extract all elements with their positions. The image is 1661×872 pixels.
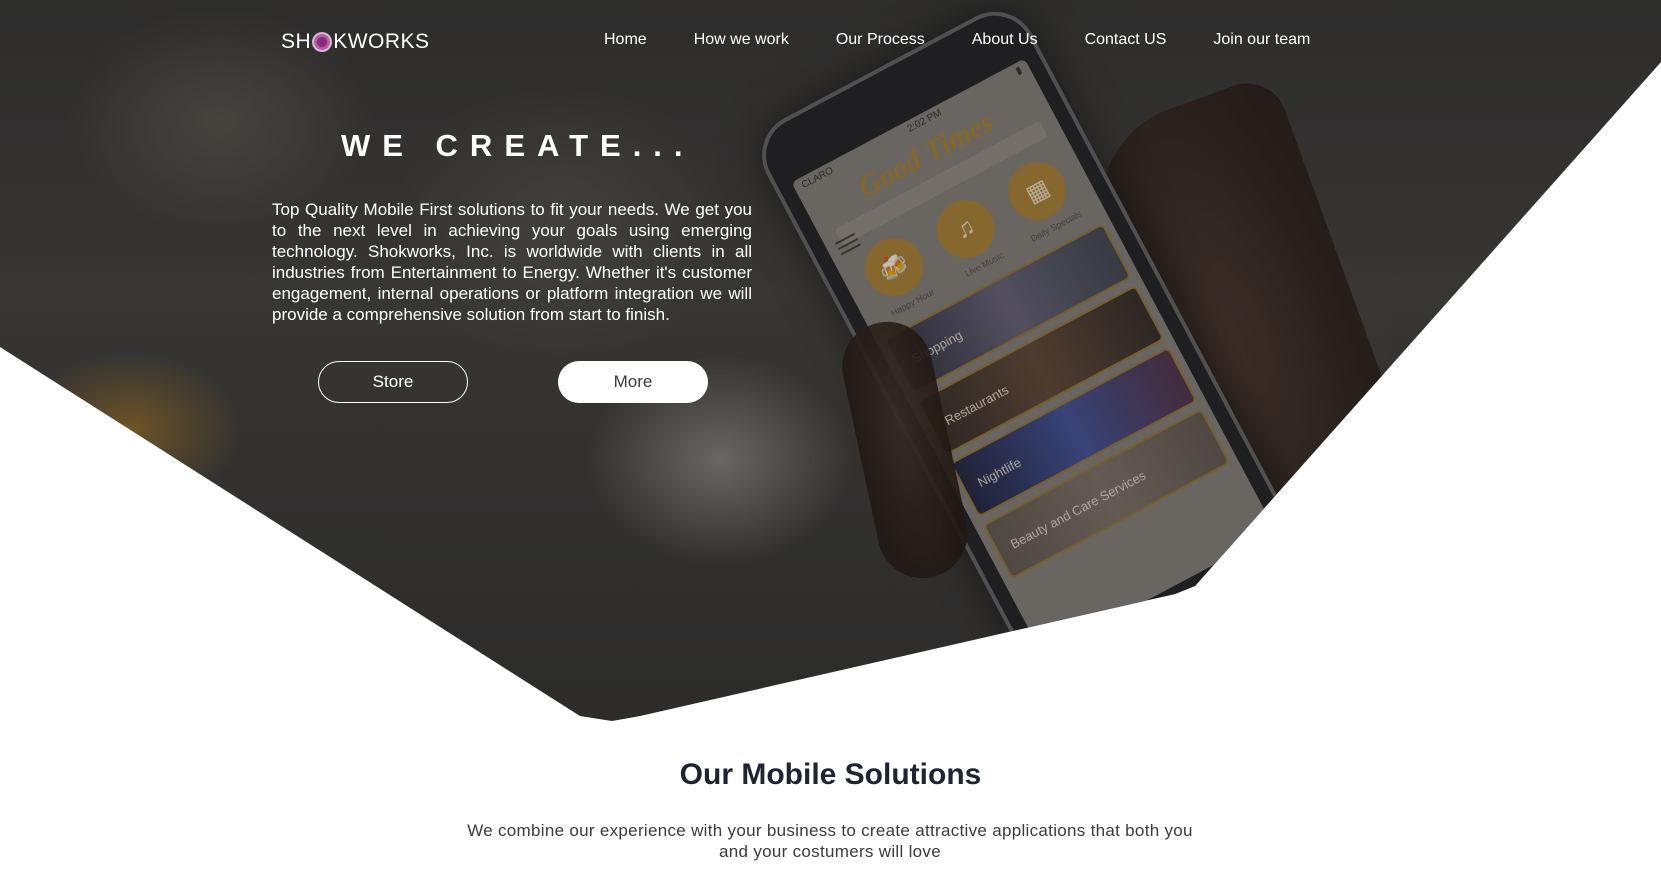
main-nav: Home How we work Our Process About Us Co… xyxy=(604,31,1310,49)
hero-title: WE CREATE... xyxy=(341,128,695,163)
logo-text-prefix: SH xyxy=(281,30,312,53)
hero-description: Top Quality Mobile First solutions to fi… xyxy=(272,200,752,324)
nav-item-our-process[interactable]: Our Process xyxy=(836,31,925,49)
nav-item-home[interactable]: Home xyxy=(604,31,647,49)
nav-item-how-we-work[interactable]: How we work xyxy=(694,31,789,49)
nav-item-about-us[interactable]: About Us xyxy=(972,31,1038,49)
brand-logo[interactable]: SH KWORKS xyxy=(281,28,430,56)
hero-overlay xyxy=(0,0,1661,721)
nav-item-contact-us[interactable]: Contact US xyxy=(1085,31,1167,49)
logo-mark-icon xyxy=(312,32,333,52)
solutions-title: Our Mobile Solutions xyxy=(679,758,982,791)
nav-item-join-our-team[interactable]: Join our team xyxy=(1213,31,1310,49)
store-button[interactable]: Store xyxy=(318,361,468,403)
more-button[interactable]: More xyxy=(558,361,708,403)
logo-text-suffix: KWORKS xyxy=(333,30,430,53)
hero-section: CLARO 2:02 PM ▮ Good Times 🍻 Happy Hour … xyxy=(0,0,1661,721)
solutions-description: We combine our experience with your busi… xyxy=(467,821,1193,861)
